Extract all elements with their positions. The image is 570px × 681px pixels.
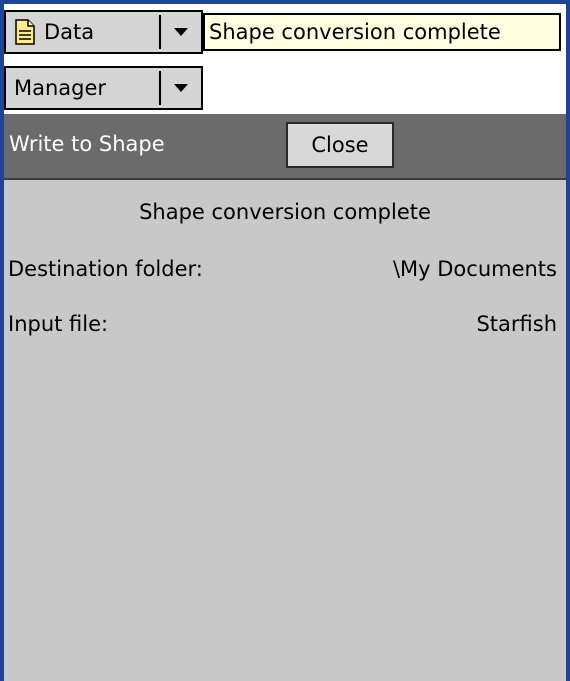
data-menu-label-wrap: Data: [6, 19, 159, 45]
data-dropdown-arrow[interactable]: [161, 12, 201, 52]
screen: Data Manager Shape conversion complete W…: [4, 4, 566, 681]
destination-folder-value: \My Documents: [392, 257, 557, 281]
manager-dropdown-arrow[interactable]: [161, 68, 201, 108]
chevron-down-icon: [174, 84, 188, 92]
dialog-title: Write to Shape: [9, 132, 165, 156]
document-icon: [15, 19, 35, 45]
input-file-value: Starfish: [476, 312, 557, 336]
dialog-title-bar: Write to Shape Close: [4, 114, 566, 180]
conversion-status-text: Shape conversion complete: [139, 200, 431, 224]
manager-menu-label-wrap: Manager: [6, 76, 159, 100]
chevron-down-icon: [174, 28, 188, 36]
top-bar: Data Manager Shape conversion complete: [4, 4, 566, 114]
data-menu-dropdown[interactable]: Data: [4, 10, 203, 54]
close-button[interactable]: Close: [286, 122, 394, 168]
manager-menu-label: Manager: [14, 76, 107, 100]
status-tooltip: Shape conversion complete: [203, 13, 561, 51]
destination-folder-label: Destination folder:: [8, 257, 203, 281]
data-menu-label: Data: [44, 20, 95, 44]
input-file-label: Input file:: [8, 312, 109, 336]
manager-menu-dropdown[interactable]: Manager: [4, 66, 203, 110]
